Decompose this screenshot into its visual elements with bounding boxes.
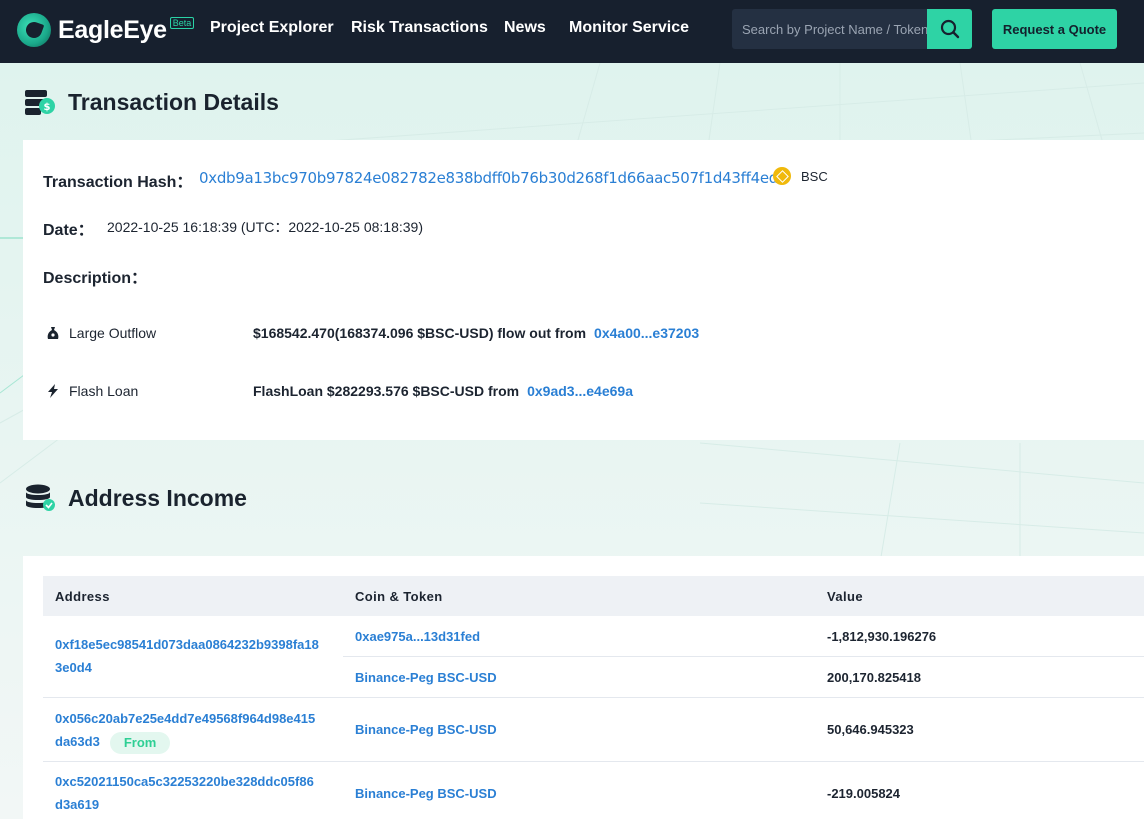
token-value: 200,170.825418 xyxy=(827,670,921,685)
brand-name: EagleEye xyxy=(58,15,167,44)
address-link[interactable]: 0xc52021150ca5c32253220be328ddc05f86d3a6… xyxy=(55,770,320,816)
date-value: 2022-10-25 16:18:39 (UTC：2022-10-25 08:1… xyxy=(107,219,423,235)
top-navbar: EagleEye Beta Project Explorer Risk Tran… xyxy=(0,0,1144,63)
token-entry: 0xae975a...13d31fed -1,812,930.196276 xyxy=(343,616,1144,657)
description-type-large-outflow: Large Outflow xyxy=(45,325,156,341)
from-badge: From xyxy=(109,731,171,754)
transaction-hash-link[interactable]: 0xdb9a13bc970b97824e082782e838bdff0b76b3… xyxy=(199,169,778,187)
address-income-table: Address Coin & Token Value 0xf18e5ec9854… xyxy=(43,576,1144,819)
address-income-header: Address Income xyxy=(25,484,247,512)
eagle-logo-icon xyxy=(17,13,51,47)
token-link[interactable]: Binance-Peg BSC-USD xyxy=(355,722,497,737)
transaction-icon: $ xyxy=(25,90,55,115)
chain-name: BSC xyxy=(801,168,828,184)
database-coin-icon xyxy=(26,484,55,511)
nav-news[interactable]: News xyxy=(504,19,546,37)
token-value: -219.005824 xyxy=(827,786,901,801)
description-address-link[interactable]: 0x9ad3...e4e69a xyxy=(527,383,633,399)
request-quote-button[interactable]: Request a Quote xyxy=(992,9,1117,49)
description-text: $168542.470(168374.096 $BSC-USD) flow ou… xyxy=(253,325,587,341)
column-header-value: Value xyxy=(827,589,863,604)
nav-monitor-service[interactable]: Monitor Service xyxy=(569,19,689,37)
address-income-card: Address Coin & Token Value 0xf18e5ec9854… xyxy=(23,556,1144,819)
search-input[interactable] xyxy=(732,9,928,49)
token-entry: Binance-Peg BSC-USD 50,646.945323 xyxy=(343,709,1144,750)
beta-badge: Beta xyxy=(169,17,195,29)
money-bag-icon xyxy=(45,325,61,341)
nav-project-explorer[interactable]: Project Explorer xyxy=(210,19,334,37)
table-row: 0x056c20ab7e25e4dd7e49568f964d98e415da63… xyxy=(43,698,1144,762)
address-cell: 0x056c20ab7e25e4dd7e49568f964d98e415da63… xyxy=(55,707,320,754)
token-link[interactable]: 0xae975a...13d31fed xyxy=(355,629,480,644)
table-header: Address Coin & Token Value xyxy=(43,576,1144,616)
brand-logo[interactable]: EagleEye Beta xyxy=(17,10,195,50)
hash-label: Transaction Hash： xyxy=(43,174,193,191)
transaction-details-card: Transaction Hash： 0xdb9a13bc970b97824e08… xyxy=(23,140,1144,440)
description-address-link[interactable]: 0x4a00...e37203 xyxy=(594,325,699,341)
description-type-label: Large Outflow xyxy=(69,325,157,341)
token-value: -1,812,930.196276 xyxy=(827,629,937,644)
date-label: Date： xyxy=(43,222,94,239)
svg-text:$: $ xyxy=(44,102,51,113)
search-button[interactable] xyxy=(927,9,972,49)
lightning-icon xyxy=(45,383,61,399)
description-type-flash-loan: Flash Loan xyxy=(45,383,138,399)
transaction-details-header: $ Transaction Details xyxy=(25,88,279,116)
token-entry: Binance-Peg BSC-USD -219.005824 xyxy=(343,773,1144,814)
section-title: Address Income xyxy=(68,484,247,511)
bsc-chain-icon xyxy=(773,167,791,185)
token-link[interactable]: Binance-Peg BSC-USD xyxy=(355,786,497,801)
address-link[interactable]: 0x056c20ab7e25e4dd7e49568f964d98e415da63… xyxy=(55,711,315,749)
chain-indicator: BSC xyxy=(773,167,828,185)
token-value: 50,646.945323 xyxy=(827,722,914,737)
column-header-coin-token: Coin & Token xyxy=(355,589,443,604)
description-detail: FlashLoan $282293.576 $BSC-USD from 0x9ad… xyxy=(253,383,633,399)
page-title: Transaction Details xyxy=(68,88,279,115)
address-link[interactable]: 0xf18e5ec98541d073daa0864232b9398fa183e0… xyxy=(55,633,320,679)
token-link[interactable]: Binance-Peg BSC-USD xyxy=(355,670,497,685)
description-text: FlashLoan $282293.576 $BSC-USD from xyxy=(253,383,520,399)
column-header-address: Address xyxy=(55,589,110,604)
token-entry: Binance-Peg BSC-USD 200,170.825418 xyxy=(343,657,1144,698)
search-box xyxy=(732,9,972,49)
search-icon xyxy=(940,19,959,39)
table-row: 0xf18e5ec98541d073daa0864232b9398fa183e0… xyxy=(43,616,1144,698)
description-type-label: Flash Loan xyxy=(69,383,139,399)
description-detail: $168542.470(168374.096 $BSC-USD) flow ou… xyxy=(253,325,699,341)
table-row: 0xc52021150ca5c32253220be328ddc05f86d3a6… xyxy=(43,762,1144,819)
nav-risk-transactions[interactable]: Risk Transactions xyxy=(351,19,488,37)
description-label: Description： xyxy=(43,270,148,287)
